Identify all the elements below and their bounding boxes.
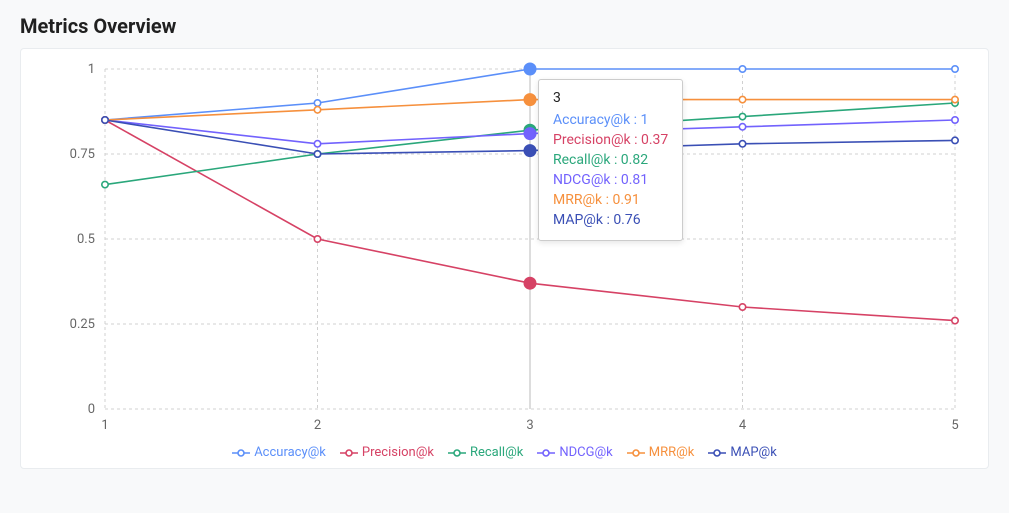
svg-text:0: 0 — [88, 402, 95, 417]
legend-item[interactable]: NDCG@k — [537, 445, 612, 460]
svg-text:0.75: 0.75 — [70, 147, 95, 162]
legend-label: Accuracy@k — [254, 445, 326, 460]
legend-label: NDCG@k — [559, 445, 612, 460]
svg-text:3: 3 — [526, 418, 533, 433]
svg-text:4: 4 — [739, 418, 747, 433]
legend-item[interactable]: Precision@k — [340, 445, 434, 460]
legend-swatch-icon — [340, 448, 358, 458]
legend-label: Recall@k — [470, 445, 523, 460]
line-chart[interactable]: 00.250.50.75112345 3 Accuracy@k : 1Preci… — [35, 59, 975, 439]
legend-label: Precision@k — [362, 445, 434, 460]
page-title: Metrics Overview — [20, 14, 989, 38]
legend-item[interactable]: Accuracy@k — [232, 445, 326, 460]
legend-swatch-icon — [232, 448, 250, 458]
legend-item[interactable]: MRR@k — [627, 445, 695, 460]
legend-swatch-icon — [708, 448, 726, 458]
svg-text:1: 1 — [88, 62, 95, 77]
svg-text:0.5: 0.5 — [77, 232, 95, 247]
legend-item[interactable]: MAP@k — [708, 445, 776, 460]
legend-swatch-icon — [448, 448, 466, 458]
legend-swatch-icon — [537, 448, 555, 458]
chart-card: 00.250.50.75112345 3 Accuracy@k : 1Preci… — [20, 48, 989, 469]
chart-svg: 0 0.25 0.5 0.75 1 1 2 3 4 5 — [35, 59, 975, 439]
svg-text:2: 2 — [314, 418, 321, 433]
chart-legend: Accuracy@k Precision@k Recall@k NDCG@k MRR@k… — [35, 445, 974, 460]
legend-label: MAP@k — [730, 445, 776, 460]
legend-item[interactable]: Recall@k — [448, 445, 523, 460]
svg-text:0.25: 0.25 — [70, 317, 95, 332]
svg-text:5: 5 — [951, 418, 958, 433]
metrics-panel: Metrics Overview 0 0.25 0.5 0.75 1 1 2 3 4 5 3 Ac… — [0, 0, 1009, 479]
legend-label: MRR@k — [649, 445, 695, 460]
legend-swatch-icon — [627, 448, 645, 458]
svg-text:1: 1 — [101, 418, 108, 433]
